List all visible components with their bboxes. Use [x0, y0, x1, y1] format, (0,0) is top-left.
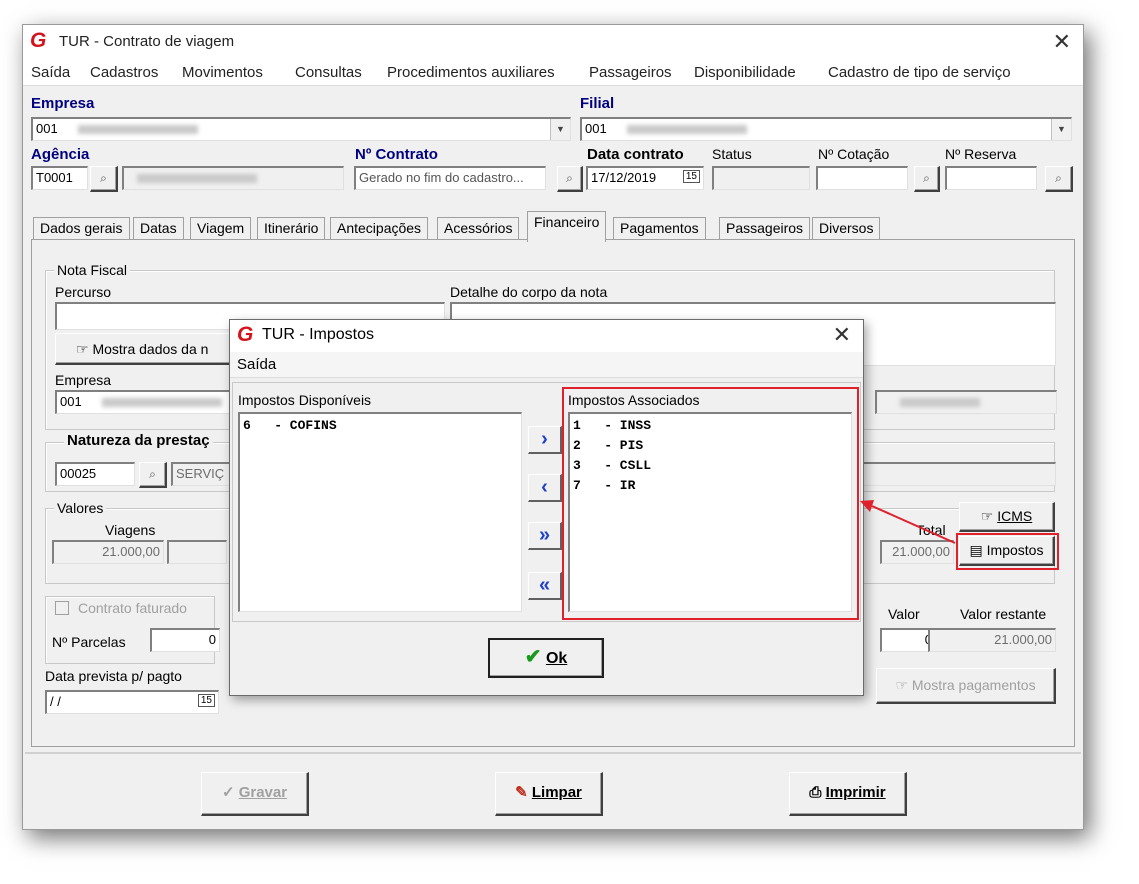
annotation-arrow [860, 500, 956, 544]
arrow-head [860, 500, 874, 512]
tab-financeiro[interactable]: Financeiro [527, 211, 607, 242]
arrow-line [871, 505, 956, 544]
